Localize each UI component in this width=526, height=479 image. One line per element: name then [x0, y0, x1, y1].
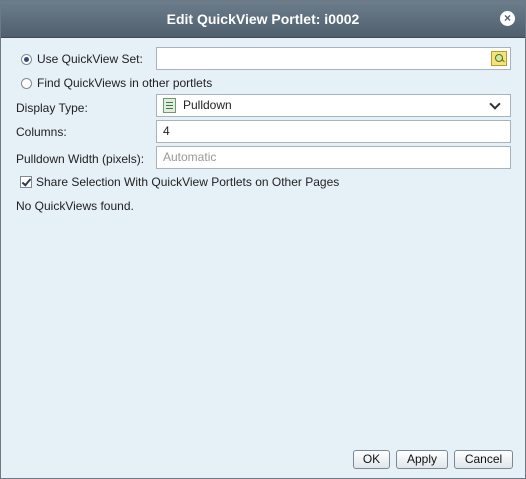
- search-icon[interactable]: [491, 51, 507, 66]
- dialog-title: Edit QuickView Portlet: i0002: [166, 11, 360, 27]
- share-selection-checkbox[interactable]: [20, 176, 32, 188]
- chevron-down-icon: [489, 98, 501, 110]
- quickview-set-input[interactable]: [156, 47, 511, 70]
- no-quickviews-message: No QuickViews found.: [16, 199, 134, 213]
- cancel-button[interactable]: Cancel: [454, 450, 513, 469]
- use-quickview-set-radio[interactable]: [21, 54, 32, 65]
- apply-button[interactable]: Apply: [396, 450, 448, 469]
- find-quickviews-radio[interactable]: [21, 78, 32, 89]
- find-quickviews-label: Find QuickViews in other portlets: [37, 76, 213, 90]
- display-type-value: Pulldown: [183, 98, 232, 112]
- display-type-select[interactable]: Pulldown: [156, 94, 511, 117]
- ok-button[interactable]: OK: [353, 450, 390, 469]
- share-selection-label: Share Selection With QuickView Portlets …: [36, 175, 340, 189]
- pulldown-width-input[interactable]: Automatic: [156, 146, 511, 169]
- close-icon[interactable]: ×: [500, 11, 515, 26]
- dialog-titlebar[interactable]: Edit QuickView Portlet: i0002 ×: [1, 1, 525, 38]
- display-type-label: Display Type:: [16, 101, 88, 115]
- edit-quickview-dialog: Edit QuickView Portlet: i0002 × Use Quic…: [0, 0, 526, 479]
- columns-label: Columns:: [16, 125, 67, 139]
- columns-input[interactable]: 4: [156, 120, 511, 143]
- pulldown-width-label: Pulldown Width (pixels):: [16, 152, 145, 166]
- use-quickview-set-label: Use QuickView Set:: [37, 52, 143, 66]
- pulldown-icon: [163, 98, 176, 113]
